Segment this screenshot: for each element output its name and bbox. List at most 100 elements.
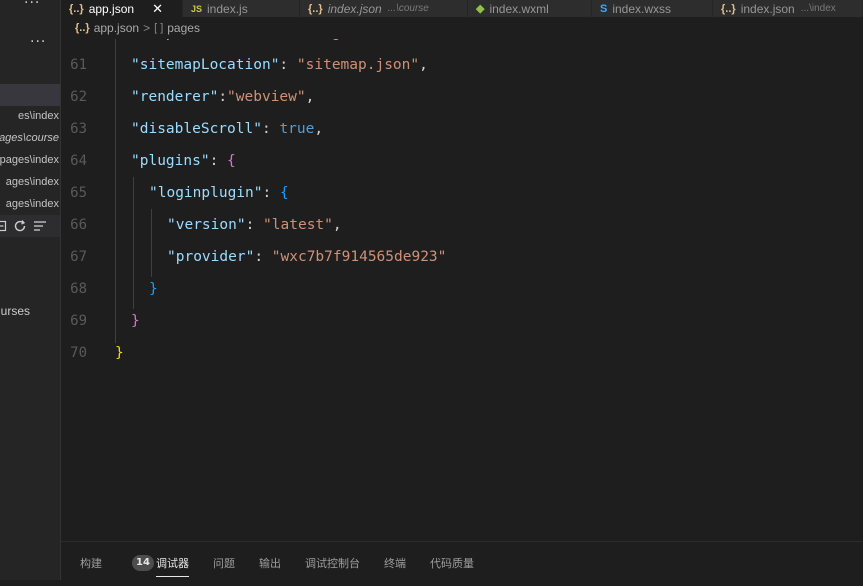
- panel-tab-code-quality[interactable]: 代码质量: [430, 542, 474, 580]
- panel-tab-label: 终端: [384, 557, 406, 570]
- panel-tab-label: 代码质量: [430, 557, 474, 570]
- code-text: "loginplugin": {: [149, 185, 289, 201]
- code-text: "version": "latest",: [167, 217, 342, 233]
- code-text: "sitemapLocation": "sitemap.json",: [131, 57, 428, 73]
- json-punctuation: ,: [419, 57, 428, 73]
- json-value: wxc7b7f914565de923: [280, 249, 438, 265]
- breadcrumb: {..} app.json > [ ] pages: [61, 17, 863, 39]
- code-line[interactable]: 62 "renderer":"webview",: [61, 81, 863, 113]
- code-editor[interactable]: 60"componentFramework": "glass-easel",61…: [61, 39, 863, 541]
- line-number: 63: [70, 121, 87, 137]
- panel-tab-label: 构建: [80, 557, 102, 570]
- sidebar-courses-label[interactable]: urses: [1, 304, 30, 318]
- tab-index-wxml[interactable]: ◆ index.wxml: [468, 0, 592, 17]
- json-key: provider: [175, 249, 246, 265]
- line-number: 69: [70, 313, 87, 329]
- tab-label: app.json: [88, 1, 135, 16]
- more-actions-icon[interactable]: ···: [30, 34, 46, 50]
- breadcrumb-file[interactable]: app.json: [94, 21, 139, 35]
- code-line[interactable]: 70}: [61, 337, 863, 369]
- code-line[interactable]: 64 "plugins": {: [61, 145, 863, 177]
- panel-tab-label: 调试控制台: [305, 557, 360, 570]
- tab-app-json[interactable]: {..} app.json ✕: [61, 0, 183, 17]
- panel-tab-output[interactable]: 输出: [259, 542, 281, 580]
- json-key: componentFramework: [140, 39, 297, 41]
- sidebar-file-item[interactable]: ages\index: [6, 176, 59, 188]
- json-punctuation: ,: [305, 89, 315, 105]
- breadcrumb-symbol[interactable]: pages: [167, 21, 200, 35]
- code-text: "plugins": {: [131, 153, 236, 169]
- line-number: 60: [61, 39, 87, 49]
- json-value: sitemap.json: [305, 57, 411, 73]
- panel-tab-problems[interactable]: 问题: [213, 542, 235, 580]
- code-text: "disableScroll": true,: [131, 121, 324, 137]
- sidebar-file-item[interactable]: pages\index: [0, 154, 59, 166]
- json-value: webview: [235, 89, 297, 105]
- tab-label: index.js: [207, 1, 248, 16]
- close-icon[interactable]: ✕: [152, 1, 163, 17]
- code-line[interactable]: 68}: [61, 273, 863, 305]
- sidebar-file-item[interactable]: ages\index: [6, 198, 59, 210]
- sidebar-toolbar: [0, 215, 61, 237]
- json-file-icon: {..}: [721, 2, 736, 15]
- json-value: {: [279, 185, 289, 201]
- panel-tab-terminal[interactable]: 终端: [384, 542, 406, 580]
- build-count-badge: 14: [132, 555, 154, 571]
- tab-course-index-json[interactable]: {..} index.json ...\course: [300, 0, 468, 17]
- json-file-icon: {..}: [75, 22, 90, 34]
- code-line[interactable]: 63 "disableScroll": true,: [61, 113, 863, 145]
- sidebar-file-item[interactable]: es\index: [18, 110, 59, 122]
- json-key: disableScroll: [139, 121, 254, 137]
- sort-icon[interactable]: [33, 220, 47, 232]
- panel-tab-label: 调试器: [156, 557, 189, 570]
- tab-index-index-json[interactable]: {..} index.json ...\index: [713, 0, 863, 17]
- sidebar-selected-row[interactable]: [0, 84, 61, 106]
- tab-label: index.wxss: [612, 1, 672, 16]
- panel-tab-debug-console[interactable]: 调试控制台: [305, 542, 360, 580]
- sidebar-menu-icon[interactable]: ···: [24, 0, 40, 11]
- refresh-icon[interactable]: [13, 219, 27, 233]
- code-text: }: [149, 273, 158, 305]
- code-line[interactable]: 69}: [61, 305, 863, 337]
- code-line[interactable]: 60 "componentFramework": "glass-easel",: [61, 39, 863, 49]
- json-key: loginplugin: [157, 185, 254, 201]
- code-line[interactable]: 67 "provider": "wxc7b7f914565de923": [61, 241, 863, 273]
- json-value: true: [279, 121, 315, 137]
- line-number: 68: [70, 281, 87, 297]
- code-text: }: [131, 305, 140, 337]
- line-number: 62: [70, 89, 87, 105]
- panel-tab-build[interactable]: 构建 14: [80, 542, 154, 580]
- code-line[interactable]: 66 "version": "latest",: [61, 209, 863, 241]
- json-brace: }: [131, 313, 140, 329]
- json-key: plugins: [139, 153, 201, 169]
- panel-tab-label: 输出: [259, 557, 281, 570]
- panel-tab-debugger[interactable]: 调试器: [156, 542, 189, 580]
- tab-index-js[interactable]: JS index.js: [183, 0, 300, 17]
- json-punctuation: ,: [314, 121, 324, 137]
- json-value: glass-easel: [332, 39, 428, 41]
- css-file-icon: S: [600, 2, 608, 15]
- code-line[interactable]: 61 "sitemapLocation": "sitemap.json",: [61, 49, 863, 81]
- tab-label: index.wxml: [489, 1, 549, 16]
- collapse-icon[interactable]: [0, 220, 7, 232]
- tab-index-wxss[interactable]: S index.wxss: [592, 0, 713, 17]
- line-number: 64: [70, 153, 87, 169]
- line-number: 70: [70, 345, 87, 361]
- code-line[interactable]: 65 "loginplugin": {: [61, 177, 863, 209]
- json-value: latest: [271, 217, 325, 233]
- tab-path-hint: ...\index: [800, 3, 836, 14]
- panel-tab-label: 问题: [213, 557, 235, 570]
- json-file-icon: {..}: [308, 2, 323, 15]
- json-key: sitemapLocation: [139, 57, 271, 73]
- json-key: renderer: [139, 89, 210, 105]
- json-value: {: [227, 153, 236, 169]
- js-file-icon: JS: [191, 3, 203, 14]
- editor-tab-bar: {..} app.json ✕ JS index.js {..} index.j…: [61, 0, 863, 17]
- json-brace: }: [115, 345, 124, 361]
- tab-path-hint: ...\course: [387, 3, 429, 14]
- json-key: version: [175, 217, 237, 233]
- sidebar-file-item[interactable]: ages\course: [0, 132, 59, 144]
- line-number: 66: [70, 217, 87, 233]
- tab-label: index.json: [740, 1, 795, 16]
- json-punctuation: ,: [437, 39, 446, 41]
